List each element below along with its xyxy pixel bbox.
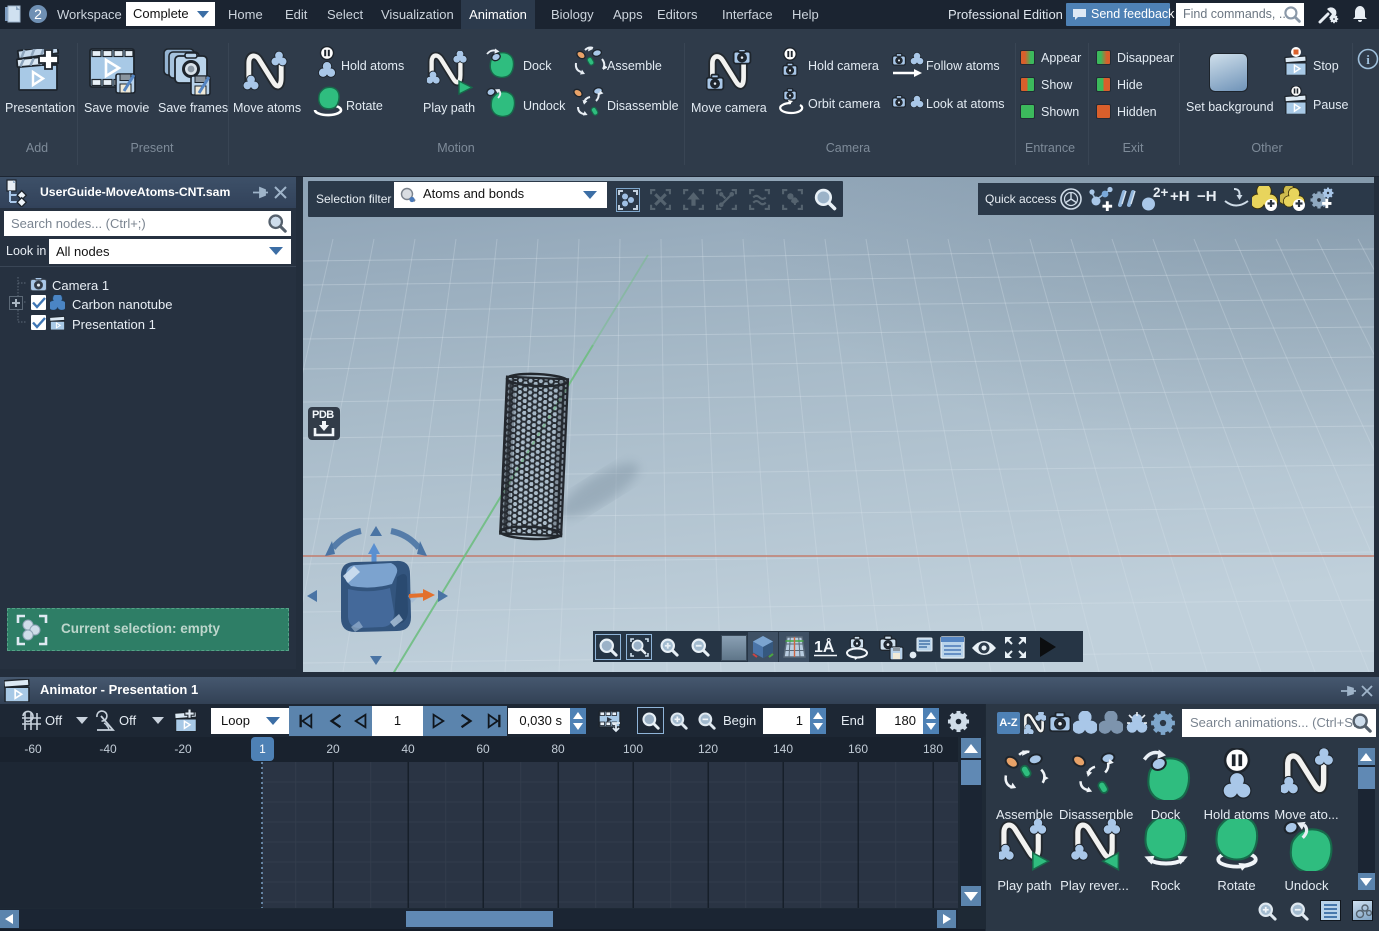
svg-text:1Å: 1Å (814, 637, 835, 656)
svg-text:2: 2 (34, 6, 42, 22)
svg-text:i: i (1366, 52, 1370, 67)
svg-text:2+: 2+ (1153, 185, 1168, 200)
